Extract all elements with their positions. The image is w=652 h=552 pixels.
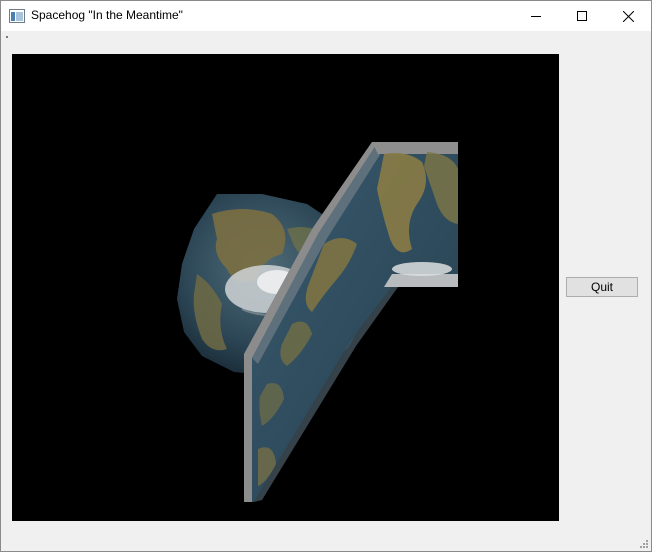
size-grip-icon[interactable] xyxy=(638,538,648,548)
scene-render xyxy=(177,142,458,502)
menu-bar xyxy=(1,31,651,41)
twisted-earth-panel xyxy=(244,142,458,502)
app-window-icon xyxy=(9,9,25,23)
menu-grip xyxy=(6,36,8,38)
window-title: Spacehog "In the Meantime" xyxy=(31,8,183,22)
application-window: Spacehog "In the Meantime" Quit xyxy=(0,0,652,552)
close-button[interactable] xyxy=(605,1,651,31)
opengl-viewport[interactable] xyxy=(12,54,559,521)
maximize-icon xyxy=(577,11,587,21)
minimize-button[interactable] xyxy=(513,1,559,31)
minimize-icon xyxy=(531,16,541,17)
maximize-button[interactable] xyxy=(559,1,605,31)
title-bar[interactable]: Spacehog "In the Meantime" xyxy=(1,1,651,31)
close-icon xyxy=(622,10,634,22)
quit-button[interactable]: Quit xyxy=(566,277,638,297)
